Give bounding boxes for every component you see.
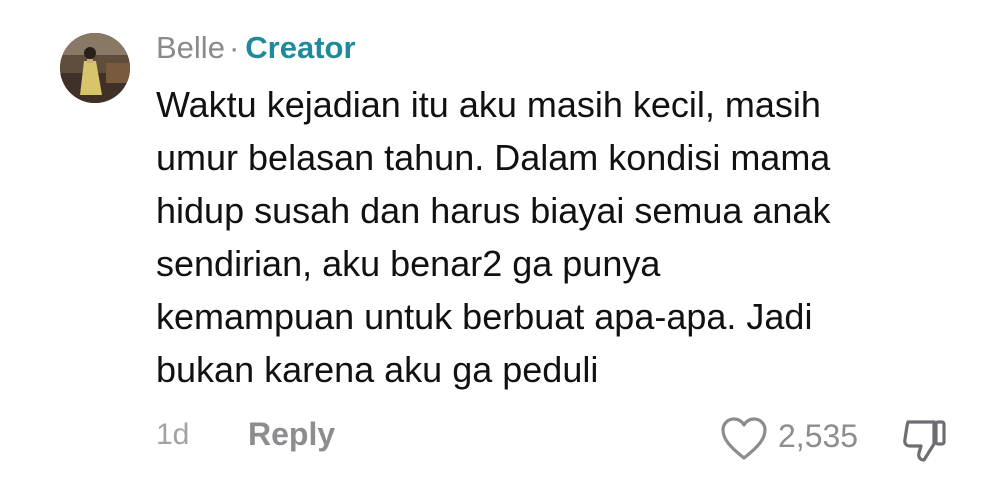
comment-text-line: Waktu kejadian itu aku masih kecil, masi…	[156, 84, 821, 125]
like-button[interactable]	[720, 416, 768, 462]
like-count: 2,535	[778, 418, 859, 454]
comment-header: Belle · Creator	[156, 28, 356, 68]
comment-text-line: kemampuan untuk berbuat apa-apa. Jadi	[156, 296, 813, 337]
comment-text-line: sendirian, aku benar2 ga punya	[156, 243, 661, 284]
creator-badge: Creator	[245, 30, 356, 65]
avatar[interactable]	[60, 33, 130, 103]
comment-text: Waktu kejadian itu aku masih kecil, masi…	[156, 78, 956, 396]
avatar-image	[60, 33, 130, 103]
dislike-button[interactable]	[900, 416, 950, 464]
comment-text-line: bukan karena aku ga peduli	[156, 349, 599, 390]
thumbs-down-icon	[903, 420, 946, 462]
comment-text-line: hidup susah dan harus biayai semua anak	[156, 190, 831, 231]
comment-text-line: umur belasan tahun. Dalam kondisi mama	[156, 137, 831, 178]
comment-footer: 1d Reply 2,535	[0, 414, 988, 464]
author-name[interactable]: Belle	[156, 30, 225, 65]
heart-icon	[721, 417, 767, 460]
separator-dot: ·	[228, 30, 240, 65]
comment-item: Belle · Creator Waktu kejadian itu aku mas…	[0, 0, 988, 482]
timestamp: 1d	[156, 418, 190, 451]
reply-button[interactable]: Reply	[248, 416, 335, 453]
